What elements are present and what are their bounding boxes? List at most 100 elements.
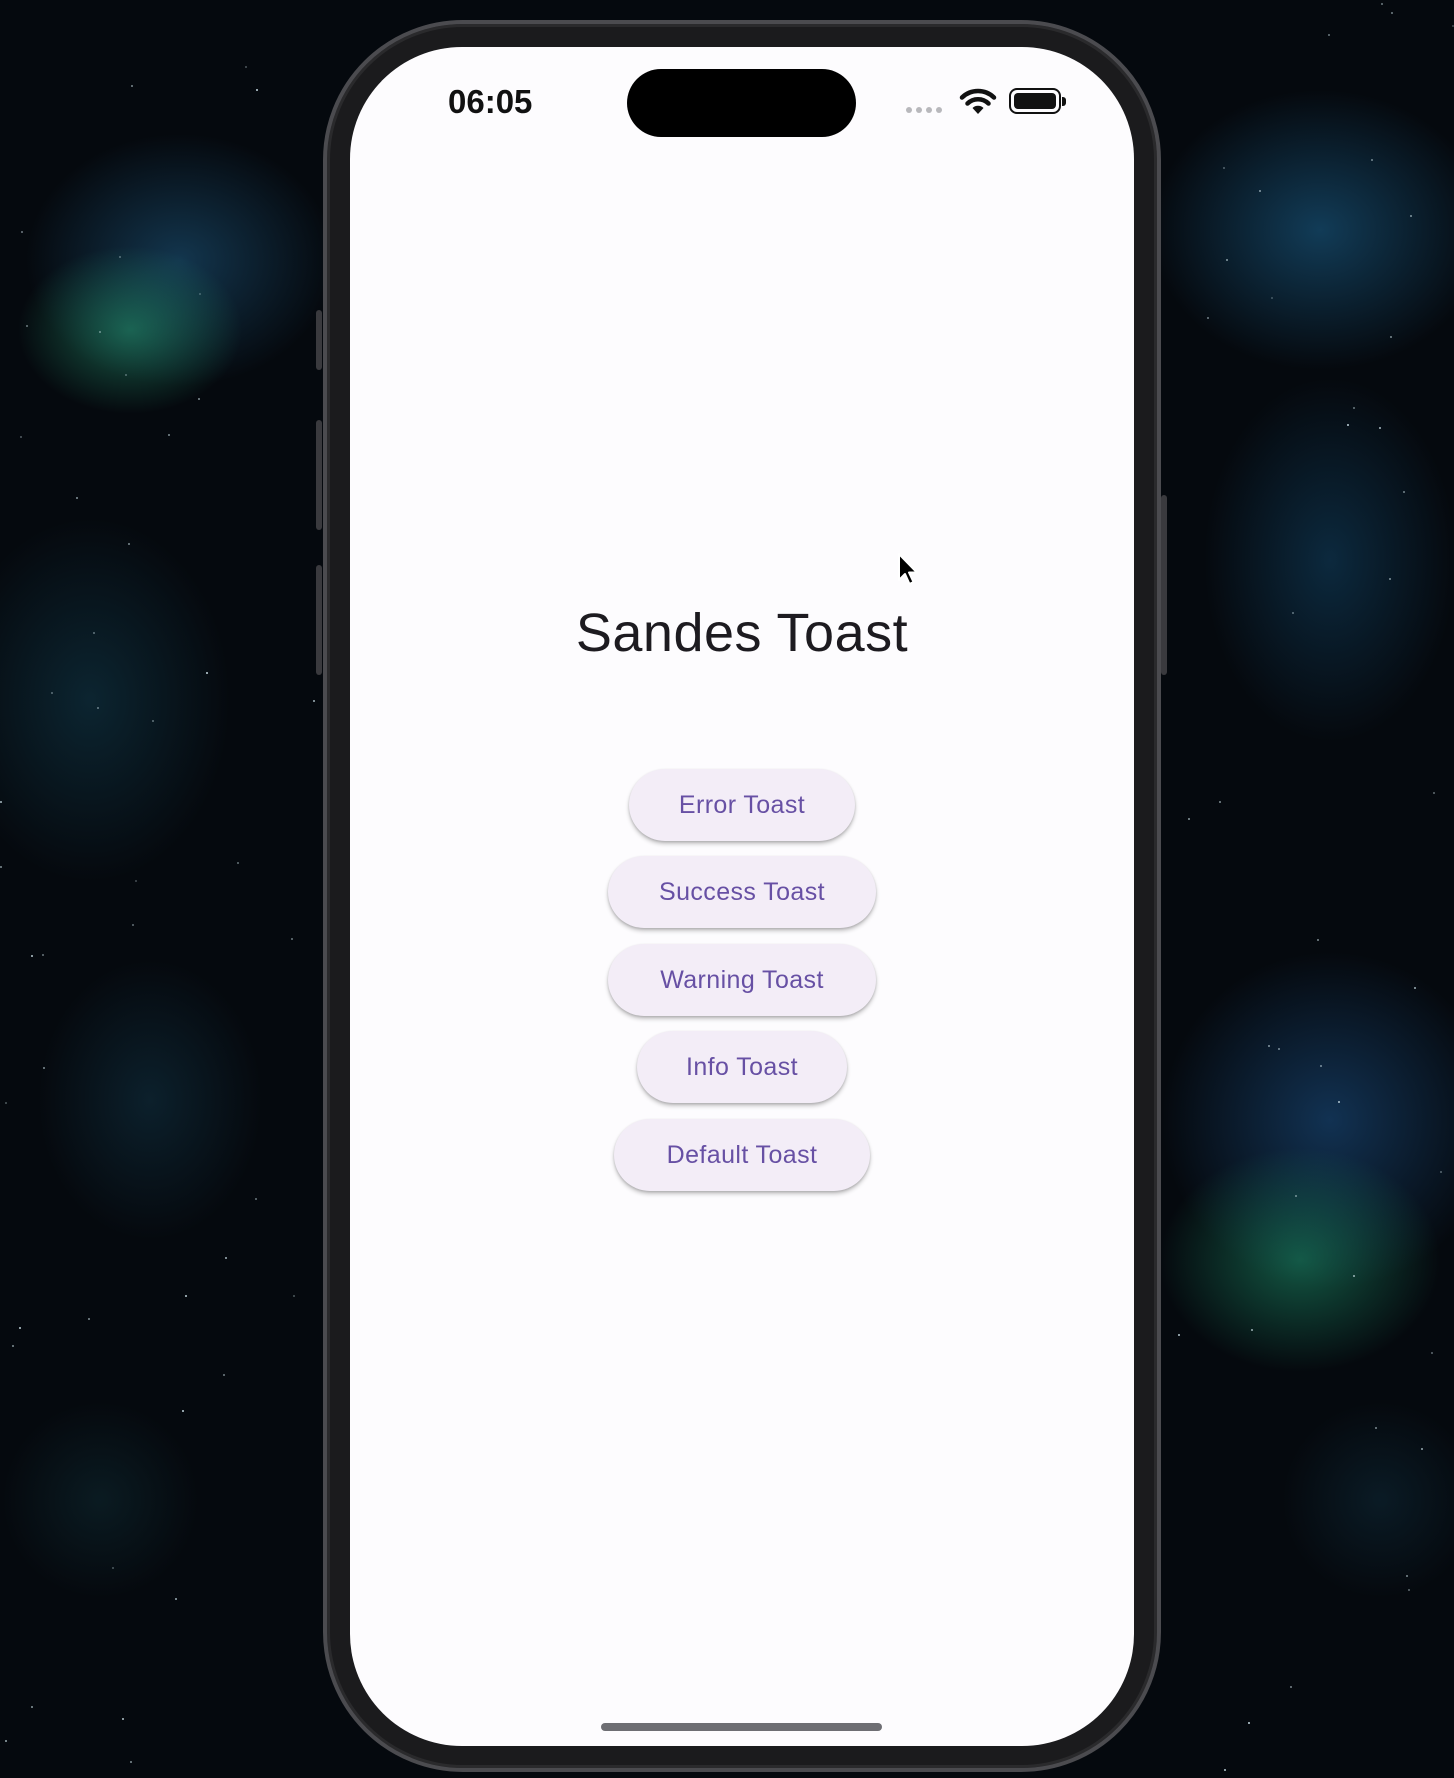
status-time: 06:05 — [448, 83, 533, 120]
star — [1410, 214, 1413, 217]
star — [1389, 336, 1392, 339]
star — [19, 436, 22, 439]
star — [5, 1101, 8, 1104]
star — [51, 691, 54, 694]
star — [18, 1327, 21, 1330]
star — [255, 1198, 258, 1201]
star — [1421, 1448, 1424, 1451]
star — [1271, 297, 1274, 300]
star — [185, 1295, 188, 1298]
star — [1319, 1065, 1322, 1068]
star — [1346, 424, 1349, 427]
desktop-background: 06:05 Sandes Toast Error Toast Success T… — [0, 0, 1454, 1778]
error-toast-button[interactable]: Error Toast — [629, 769, 855, 841]
star — [1222, 167, 1225, 170]
star — [1289, 1685, 1292, 1688]
star — [152, 719, 155, 722]
star — [198, 292, 201, 295]
star — [125, 374, 128, 377]
star — [1431, 1351, 1434, 1354]
star — [1381, 3, 1384, 6]
star — [1402, 490, 1405, 493]
star — [1338, 1101, 1341, 1103]
star — [21, 231, 24, 234]
star — [26, 324, 29, 327]
star — [1295, 1194, 1298, 1197]
star — [5, 1739, 8, 1742]
star — [134, 879, 137, 882]
mouse-pointer-icon — [898, 553, 918, 585]
star — [1388, 577, 1391, 580]
dynamic-island — [627, 69, 856, 137]
star — [1440, 1171, 1443, 1174]
home-indicator[interactable] — [601, 1723, 882, 1731]
star — [1406, 1575, 1409, 1578]
star — [1277, 1047, 1280, 1050]
star — [112, 1566, 115, 1569]
star — [1407, 1588, 1410, 1591]
warning-toast-button[interactable]: Warning Toast — [608, 944, 876, 1016]
star — [1371, 158, 1374, 161]
star — [290, 938, 293, 941]
default-toast-button[interactable]: Default Toast — [614, 1119, 870, 1191]
star — [1226, 258, 1229, 261]
star — [237, 861, 240, 864]
star — [1414, 986, 1417, 989]
star — [1248, 1721, 1251, 1724]
star — [205, 671, 208, 674]
star — [1375, 1427, 1378, 1430]
star — [1390, 12, 1393, 15]
volume-down-button — [316, 565, 322, 675]
app-title: Sandes Toast — [575, 603, 909, 663]
star — [167, 433, 170, 436]
star — [1207, 317, 1210, 320]
star — [1353, 406, 1355, 409]
star — [0, 866, 3, 869]
star — [1268, 1044, 1271, 1047]
star — [224, 1257, 227, 1260]
star — [197, 398, 200, 401]
success-toast-button[interactable]: Success Toast — [608, 856, 876, 928]
star — [245, 66, 248, 69]
star — [88, 1318, 91, 1321]
star — [99, 331, 102, 334]
power-button — [1161, 495, 1167, 675]
star — [121, 1717, 124, 1720]
star — [1291, 612, 1294, 615]
star — [1317, 939, 1320, 942]
star — [42, 954, 45, 957]
star — [1352, 1274, 1355, 1277]
star — [130, 1761, 133, 1764]
battery-cap — [1062, 97, 1066, 106]
star — [128, 542, 131, 545]
silent-switch — [316, 310, 322, 370]
star — [292, 1294, 295, 1297]
wifi-icon — [959, 88, 997, 114]
info-toast-button[interactable]: Info Toast — [637, 1031, 847, 1103]
star — [1219, 801, 1222, 804]
star — [0, 801, 3, 804]
star — [131, 84, 134, 87]
star — [1379, 426, 1382, 429]
star — [1187, 818, 1190, 821]
star — [1258, 190, 1261, 193]
cellular-signal-icon — [906, 107, 942, 113]
star — [256, 89, 259, 92]
star — [1433, 792, 1436, 795]
star — [118, 255, 121, 258]
star — [93, 632, 96, 635]
star — [181, 1410, 184, 1413]
star — [30, 954, 33, 957]
star — [223, 1374, 226, 1377]
star — [174, 1598, 177, 1601]
battery-icon — [1009, 88, 1061, 114]
star — [75, 497, 78, 500]
volume-up-button — [316, 420, 322, 530]
star — [1251, 1328, 1253, 1331]
star — [31, 1705, 34, 1708]
star — [131, 923, 134, 926]
star — [96, 706, 99, 709]
star — [312, 699, 315, 702]
star — [1177, 1333, 1180, 1336]
star — [1328, 34, 1331, 37]
